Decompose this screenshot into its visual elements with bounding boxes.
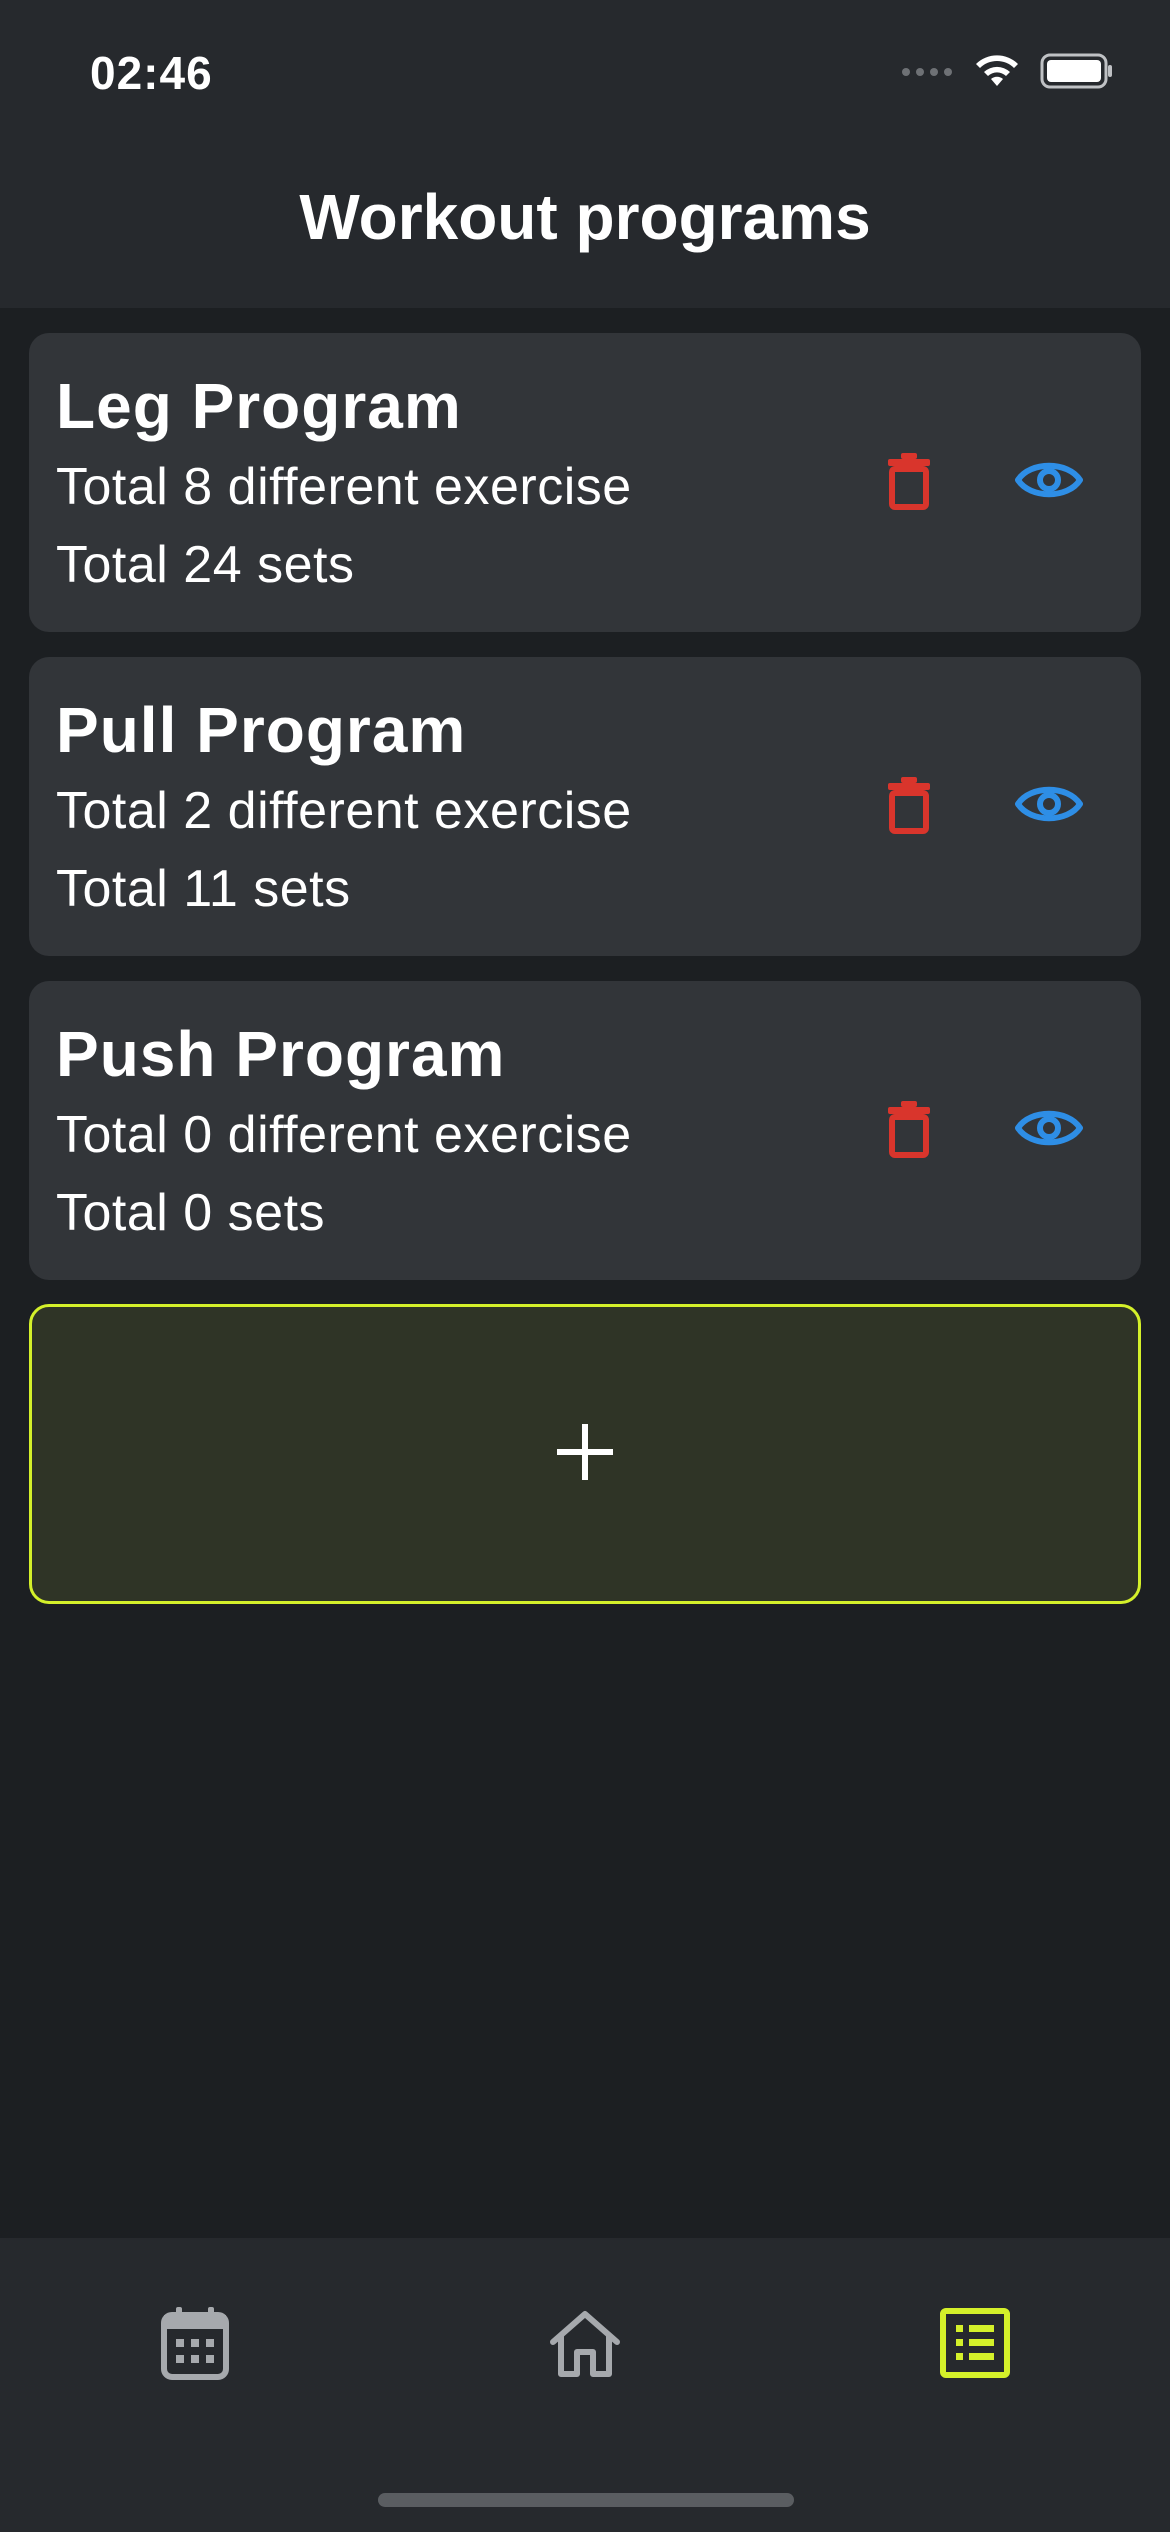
program-exercise-count: Total 2 different exercise xyxy=(56,782,632,840)
home-indicator xyxy=(378,2493,794,2507)
calendar-icon xyxy=(160,2305,230,2386)
nav-programs[interactable] xyxy=(920,2290,1030,2400)
program-name: Push Program xyxy=(56,1018,506,1090)
bottom-navigation xyxy=(0,2238,1170,2532)
nav-home[interactable] xyxy=(530,2290,640,2400)
trash-icon xyxy=(886,776,932,839)
page-title: Workout programs xyxy=(299,181,871,253)
program-set-count: Total 11 sets xyxy=(56,860,351,918)
program-name: Pull Program xyxy=(56,694,467,766)
program-card[interactable]: Push Program Total 0 different exercise … xyxy=(29,981,1141,1280)
program-list: Leg Program Total 8 different exercise T… xyxy=(29,333,1141,1305)
add-program-button[interactable] xyxy=(29,1304,1141,1604)
view-program-button[interactable] xyxy=(999,761,1099,851)
program-set-count: Total 0 sets xyxy=(56,1184,326,1242)
wifi-icon xyxy=(972,52,1022,95)
program-exercise-count: Total 8 different exercise xyxy=(56,458,632,516)
program-card[interactable]: Leg Program Total 8 different exercise T… xyxy=(29,333,1141,632)
battery-icon xyxy=(1040,52,1114,95)
list-icon xyxy=(940,2307,1010,2383)
program-set-count: Total 24 sets xyxy=(56,536,355,594)
status-time: 02:46 xyxy=(90,47,213,99)
trash-icon xyxy=(886,1100,932,1163)
cellular-signal-icon xyxy=(900,65,954,83)
eye-icon xyxy=(1014,781,1084,832)
delete-program-button[interactable] xyxy=(869,767,949,847)
view-program-button[interactable] xyxy=(999,437,1099,527)
trash-icon xyxy=(886,452,932,515)
home-icon xyxy=(547,2308,623,2383)
program-card[interactable]: Pull Program Total 2 different exercise … xyxy=(29,657,1141,956)
delete-program-button[interactable] xyxy=(869,443,949,523)
workout-programs-screen: 02:46 Workout programs Leg Program Total… xyxy=(0,0,1170,2532)
program-name: Leg Program xyxy=(56,370,462,442)
nav-calendar[interactable] xyxy=(140,2290,250,2400)
eye-icon xyxy=(1014,457,1084,508)
plus-icon xyxy=(555,1422,615,1487)
status-icons xyxy=(900,52,1114,95)
view-program-button[interactable] xyxy=(999,1085,1099,1175)
top-bar: 02:46 Workout programs xyxy=(0,0,1170,308)
eye-icon xyxy=(1014,1105,1084,1156)
program-exercise-count: Total 0 different exercise xyxy=(56,1106,632,1164)
delete-program-button[interactable] xyxy=(869,1091,949,1171)
